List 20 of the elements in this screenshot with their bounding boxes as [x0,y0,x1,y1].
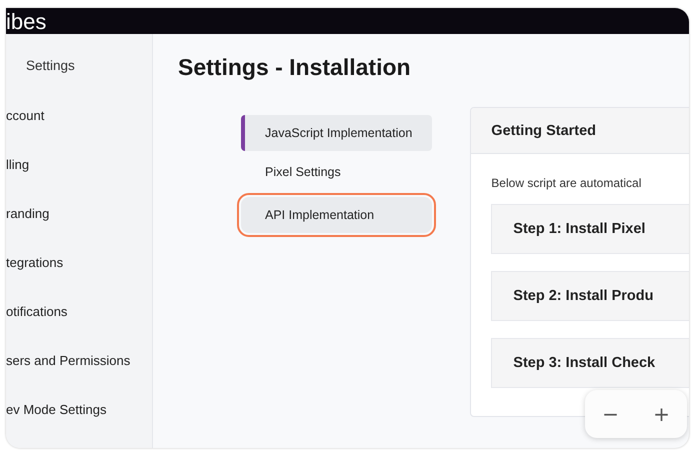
card-title: Getting Started [491,122,596,138]
sidebar-item[interactable]: tegrations [6,254,152,303]
step-panel[interactable]: Step 1: Install Pixel [491,204,689,254]
step-panel[interactable]: Step 2: Install Produ [491,271,689,321]
sidebar-item[interactable]: lling [6,156,152,205]
sidebar-item[interactable]: ccount [6,107,152,156]
sidebar-item[interactable]: ev Mode Settings [6,401,152,448]
zoom-in-button[interactable]: + [645,400,678,428]
sidebar-item[interactable]: sers and Permissions [6,352,152,401]
sidebar-item[interactable]: otifications [6,303,152,352]
tab[interactable]: API Implementation [241,197,432,233]
sidebar-item[interactable]: randing [6,205,152,254]
tab[interactable]: Pixel Settings [241,154,432,190]
step-panel[interactable]: Step 3: Install Check [491,338,689,388]
intro-text: Below script are automatical [491,176,642,190]
sidebar-title: Settings [25,57,76,75]
tab[interactable]: JavaScript Implementation [241,115,432,151]
zoom-out-button[interactable]: − [594,400,627,428]
logo: ibes [6,10,46,34]
page-title: Settings - Installation [178,54,412,81]
